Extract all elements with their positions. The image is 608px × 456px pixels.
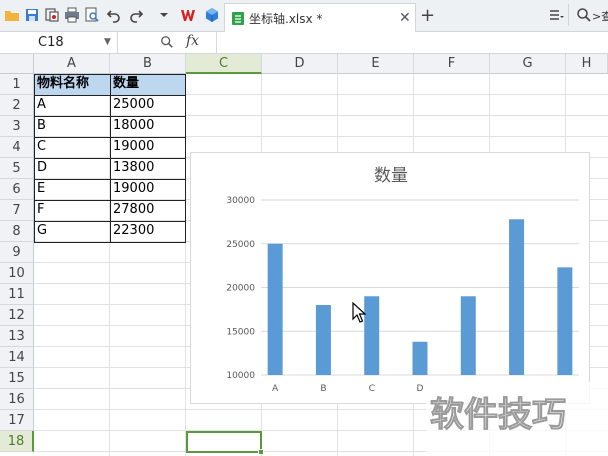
row-header-15[interactable]: 15 — [0, 368, 34, 389]
new-tab-icon[interactable]: + — [420, 5, 435, 26]
row-header-6[interactable]: 6 — [0, 179, 34, 200]
cell-b3[interactable]: 18000 — [110, 116, 186, 137]
watermark-text: 软件技巧 — [430, 395, 566, 435]
bar-f[interactable] — [509, 219, 525, 375]
fill-handle[interactable] — [258, 449, 264, 455]
bar-a[interactable] — [267, 243, 283, 375]
print-icon[interactable] — [64, 7, 80, 23]
cell-a4[interactable]: C — [34, 137, 110, 158]
bar-chart[interactable]: 数量 10000 15000 20000 25000 30000 A B C D — [190, 152, 590, 404]
row-header-17[interactable]: 17 — [0, 410, 34, 431]
table-col-line — [110, 74, 111, 242]
select-all-corner[interactable] — [0, 54, 34, 74]
cell-b5[interactable]: 13800 — [110, 158, 186, 179]
dropdown-icon[interactable] — [156, 7, 172, 23]
selected-cell-c18[interactable] — [186, 431, 264, 455]
row-header-12[interactable]: 12 — [0, 305, 34, 326]
cell-b7[interactable]: 27800 — [110, 200, 186, 221]
layout-dropdown-icon[interactable] — [548, 7, 564, 23]
row-header-4[interactable]: 4 — [0, 137, 34, 158]
wps-logo-icon[interactable] — [180, 7, 196, 23]
x-tick-label: C — [369, 384, 375, 394]
bar-d[interactable] — [412, 341, 428, 375]
cell-a7[interactable]: F — [34, 200, 110, 221]
goto-command[interactable]: >查 — [592, 8, 608, 24]
save-icon[interactable] — [24, 7, 40, 23]
name-box-value: C18 — [38, 35, 64, 50]
cell-b8[interactable]: 22300 — [110, 221, 186, 242]
cube-icon[interactable] — [204, 7, 220, 23]
bar-g[interactable] — [557, 267, 573, 375]
undo-icon[interactable] — [106, 7, 122, 23]
y-tick-label: 20000 — [226, 284, 255, 294]
row-header-5[interactable]: 5 — [0, 158, 34, 179]
column-header-g[interactable]: G — [490, 54, 566, 74]
tab-title: 坐标轴.xlsx * — [249, 12, 323, 26]
bar-e[interactable] — [460, 296, 476, 375]
cell-a6[interactable]: E — [34, 179, 110, 200]
cell-b6[interactable]: 19000 — [110, 179, 186, 200]
column-header-f[interactable]: F — [414, 54, 490, 74]
column-header-a[interactable]: A — [34, 54, 110, 74]
row-header-10[interactable]: 10 — [0, 263, 34, 284]
column-header-d[interactable]: D — [262, 54, 338, 74]
y-tick-label: 10000 — [226, 371, 255, 381]
chart-plot: 10000 15000 20000 25000 30000 A B C D — [226, 196, 579, 394]
redo-icon[interactable] — [128, 7, 144, 23]
name-box-dropdown-icon[interactable]: ▼ — [104, 37, 111, 47]
bar-c[interactable] — [364, 296, 380, 375]
cell-b1[interactable]: 数量 — [110, 74, 186, 95]
watermark: 软件技巧 — [426, 382, 608, 456]
row-header-14[interactable]: 14 — [0, 347, 34, 368]
mouse-cursor-icon — [352, 302, 366, 323]
row-header-3[interactable]: 3 — [0, 116, 34, 137]
cell-a3[interactable]: B — [34, 116, 110, 137]
name-box[interactable]: C18 ▼ — [0, 32, 118, 54]
row-header-13[interactable]: 13 — [0, 326, 34, 347]
row-header-8[interactable]: 8 — [0, 221, 34, 242]
formula-input[interactable] — [216, 32, 608, 54]
column-header-c[interactable]: C — [186, 54, 262, 74]
x-tick-label: B — [320, 384, 326, 394]
y-tick-label: 15000 — [226, 327, 255, 337]
x-tick-label: A — [272, 384, 279, 394]
column-header-h[interactable]: H — [566, 54, 608, 74]
row-header-18[interactable]: 18 — [0, 431, 34, 452]
column-header-b[interactable]: B — [110, 54, 186, 74]
bar-b[interactable] — [315, 305, 331, 375]
quick-access-toolbar: 坐标轴.xlsx * ✕ + >查 — [0, 0, 608, 32]
cell-a1[interactable]: 物料名称 — [34, 74, 110, 95]
close-tab-icon[interactable]: ✕ — [399, 10, 411, 26]
y-tick-label: 30000 — [226, 196, 255, 206]
cell-a8[interactable]: G — [34, 221, 110, 242]
search-icon[interactable] — [576, 7, 592, 23]
row-header-11[interactable]: 11 — [0, 284, 34, 305]
folder-icon[interactable] — [4, 7, 20, 23]
column-header-e[interactable]: E — [338, 54, 414, 74]
cell-b4[interactable]: 19000 — [110, 137, 186, 158]
zoom-search-icon[interactable] — [160, 35, 174, 53]
toolbar-divider — [568, 4, 569, 26]
cell-a2[interactable]: A — [34, 95, 110, 116]
insert-function-button[interactable]: fx — [186, 33, 199, 49]
formula-bar: C18 ▼ fx — [0, 32, 608, 54]
document-tab[interactable]: 坐标轴.xlsx * ✕ — [224, 3, 416, 32]
print-preview-icon[interactable] — [84, 7, 100, 23]
cell-a5[interactable]: D — [34, 158, 110, 179]
row-header-16[interactable]: 16 — [0, 389, 34, 410]
x-tick-label: D — [417, 384, 424, 394]
spreadsheet-doc-icon — [231, 11, 245, 26]
row-header-2[interactable]: 2 — [0, 95, 34, 116]
row-header-1[interactable]: 1 — [0, 74, 34, 95]
y-tick-label: 25000 — [226, 240, 255, 250]
template-icon[interactable] — [44, 7, 60, 23]
cell-b2[interactable]: 25000 — [110, 95, 186, 116]
row-header-9[interactable]: 9 — [0, 242, 34, 263]
row-header-7[interactable]: 7 — [0, 200, 34, 221]
